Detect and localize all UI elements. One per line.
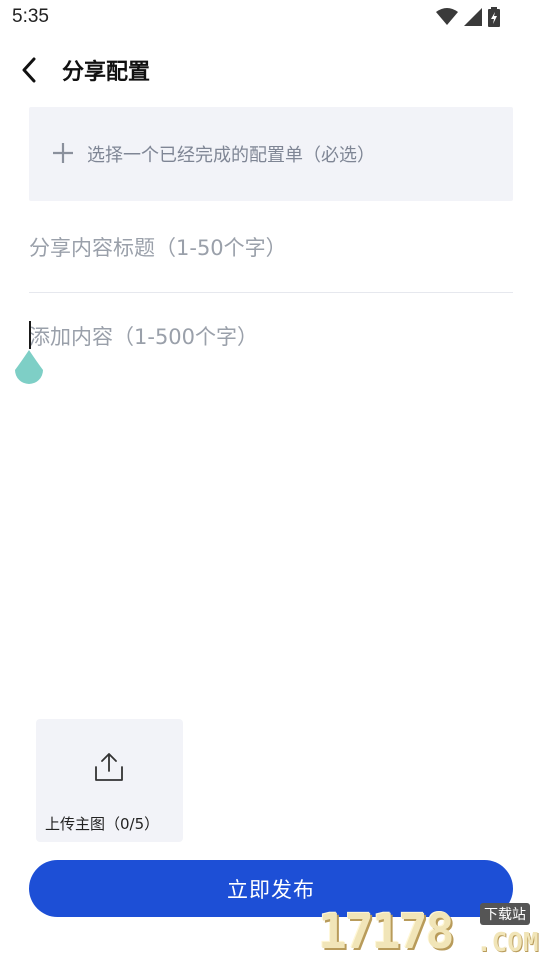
upload-image-button[interactable]: 上传主图（0/5） — [36, 719, 183, 842]
plus-icon — [53, 143, 73, 163]
title-placeholder: 分享内容标题（1-50个字） — [29, 236, 287, 260]
status-time: 5:35 — [12, 6, 49, 27]
content-input[interactable]: 添加内容（1-500个字） — [15, 305, 513, 665]
text-cursor — [29, 321, 31, 349]
back-button[interactable] — [14, 52, 44, 88]
title-input[interactable]: 分享内容标题（1-50个字） — [29, 220, 513, 293]
content-placeholder: 添加内容（1-500个字） — [29, 325, 259, 349]
select-config-label: 选择一个已经完成的配置单（必选） — [87, 145, 375, 166]
status-bar: 5:35 — [0, 0, 540, 36]
wifi-icon — [436, 8, 458, 25]
select-config-button[interactable]: 选择一个已经完成的配置单（必选） — [29, 107, 513, 201]
cursor-handle[interactable] — [13, 350, 45, 386]
status-icons — [436, 7, 500, 27]
upload-icon — [95, 753, 123, 781]
chevron-left-icon — [22, 57, 36, 83]
signal-icon — [464, 8, 482, 26]
upload-label: 上传主图（0/5） — [45, 815, 160, 833]
page-title: 分享配置 — [62, 60, 151, 85]
publish-label: 立即发布 — [227, 877, 315, 902]
publish-button[interactable]: 立即发布 — [29, 860, 513, 917]
watermark-domain: .COM — [476, 928, 539, 958]
app-bar: 分享配置 — [0, 44, 540, 98]
battery-icon — [488, 7, 500, 27]
